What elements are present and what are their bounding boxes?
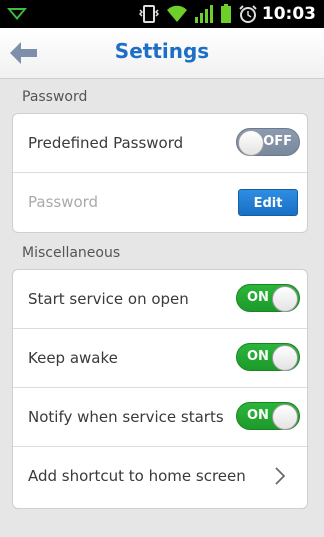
keep-awake-toggle[interactable]: ON [236, 343, 300, 371]
toggle-state: ON [247, 290, 269, 305]
signal-icon [194, 4, 214, 28]
setting-label: Notify when service starts [28, 408, 224, 426]
notify-service-toggle[interactable]: ON [236, 402, 300, 430]
toggle-knob [272, 404, 298, 430]
setting-label: Start service on open [28, 290, 189, 308]
setting-label: Predefined Password [28, 134, 184, 152]
section-label-miscellaneous: Miscellaneous [22, 245, 121, 261]
settings-content: Password Predefined Password OFF Passwor… [0, 79, 324, 537]
miscellaneous-card: Start service on open ON Keep awake ON N… [12, 269, 308, 509]
setting-row-notify-service: Notify when service starts ON [13, 388, 307, 447]
predefined-password-toggle[interactable]: OFF [236, 128, 300, 156]
app-bar: Settings [0, 28, 324, 79]
setting-row-password: Password Edit [13, 173, 307, 232]
toggle-state: ON [247, 408, 269, 423]
chevron-right-icon [275, 467, 286, 489]
page-title: Settings [114, 39, 210, 63]
status-bar: 10:03 [0, 0, 324, 28]
toggle-knob [238, 130, 264, 156]
setting-row-predefined-password: Predefined Password OFF [13, 114, 307, 173]
setting-row-start-service: Start service on open ON [13, 270, 307, 329]
setting-label: Password [28, 193, 99, 211]
battery-icon [220, 4, 232, 28]
start-service-toggle[interactable]: ON [236, 284, 300, 312]
edit-password-button[interactable]: Edit [238, 189, 298, 216]
setting-label: Keep awake [28, 349, 118, 367]
notification-icon [6, 6, 28, 26]
password-card: Predefined Password OFF Password Edit [12, 113, 308, 233]
toggle-state: ON [247, 349, 269, 364]
setting-row-add-shortcut[interactable]: Add shortcut to home screen [13, 447, 307, 506]
wifi-icon [166, 4, 188, 28]
toggle-knob [272, 345, 298, 371]
setting-label: Add shortcut to home screen [28, 467, 246, 485]
vibrate-icon [138, 4, 160, 28]
alarm-icon [238, 4, 258, 28]
toggle-knob [272, 286, 298, 312]
section-label-password: Password [22, 89, 88, 105]
setting-row-keep-awake: Keep awake ON [13, 329, 307, 388]
status-clock: 10:03 [261, 4, 316, 24]
toggle-state: OFF [263, 134, 292, 149]
